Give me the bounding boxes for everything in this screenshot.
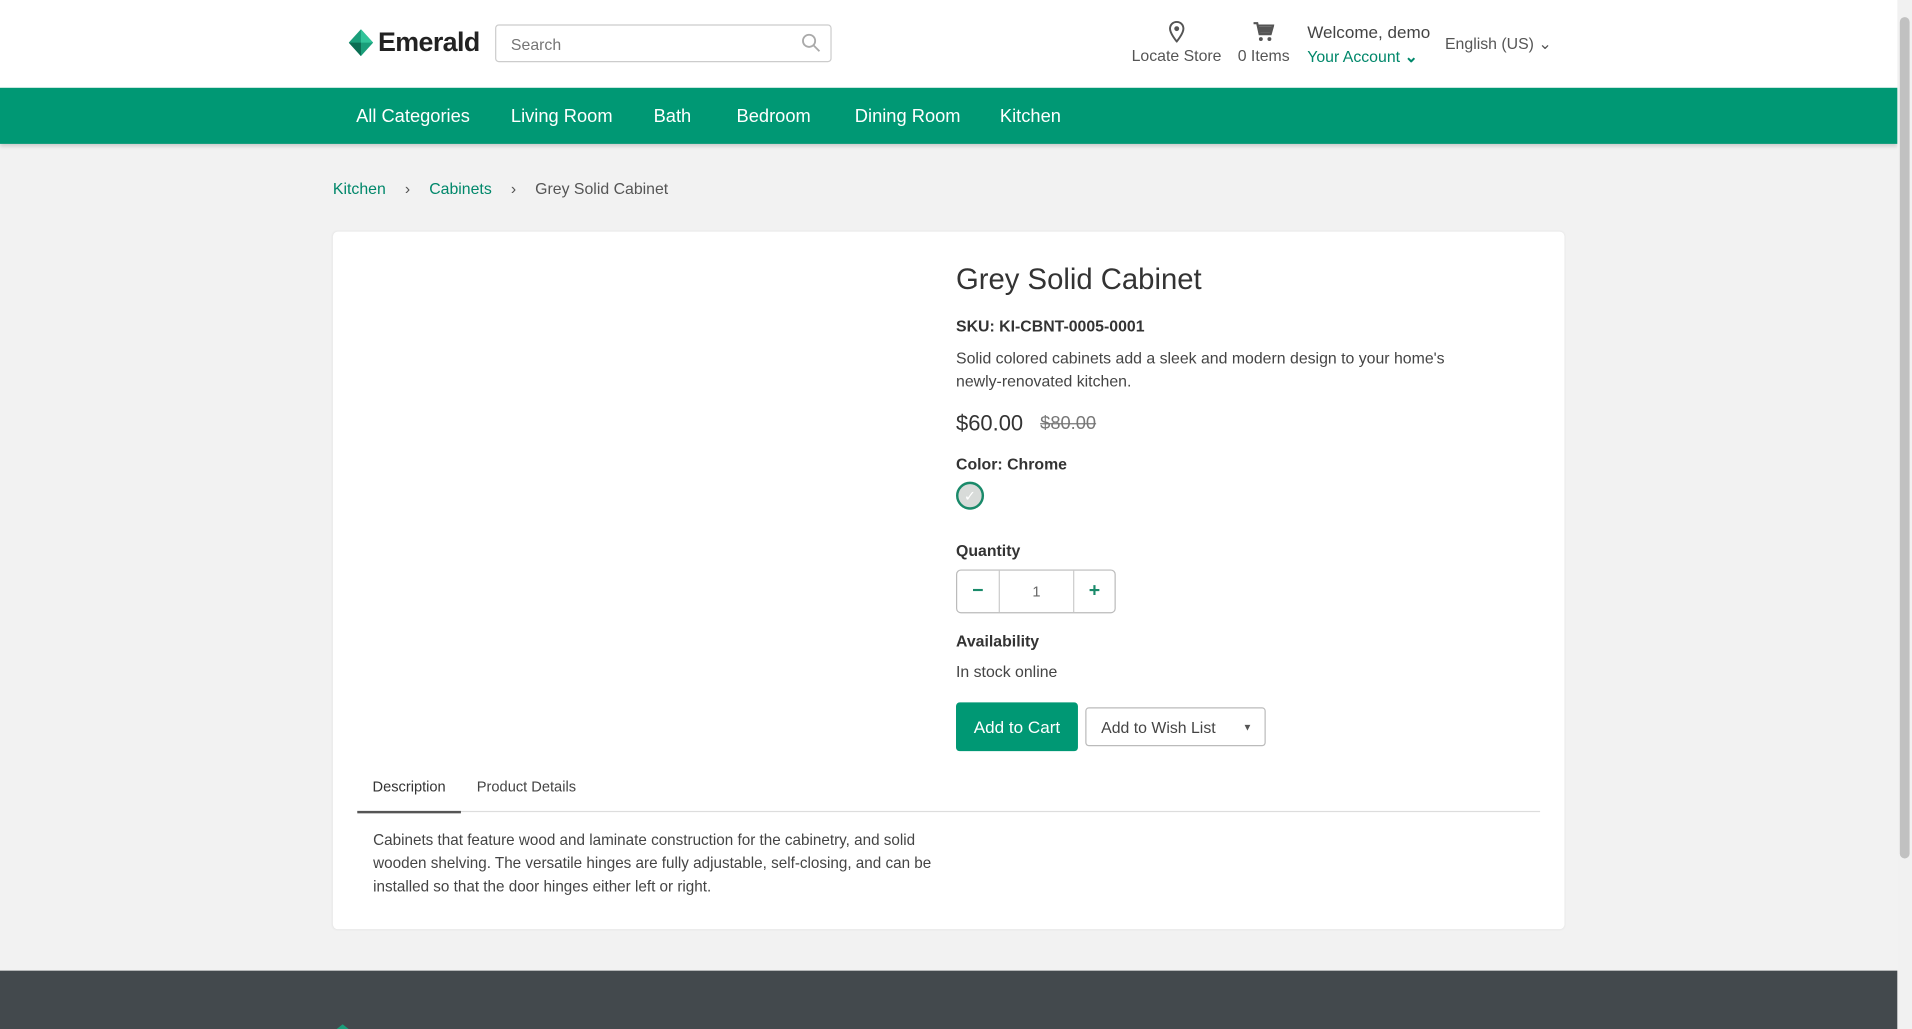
- nav-dining-room[interactable]: Dining Room: [855, 106, 961, 127]
- decrease-quantity-button[interactable]: −: [957, 570, 1000, 613]
- check-icon: ✓: [963, 487, 977, 505]
- chevron-right-icon: ›: [510, 179, 517, 198]
- nav-all-categories[interactable]: All Categories: [356, 106, 470, 127]
- availability-label: Availability: [956, 631, 1040, 650]
- brand-name: Emerald: [378, 26, 480, 58]
- category-nav: All Categories Living Room Bath Bedroom …: [0, 87, 1898, 144]
- cart-link[interactable]: 0 Items: [1238, 21, 1290, 65]
- tab-product-details[interactable]: Product Details: [477, 778, 576, 795]
- search-icon[interactable]: [801, 33, 821, 53]
- nav-bath[interactable]: Bath: [654, 106, 692, 127]
- color-label: Color: Chrome: [956, 454, 1067, 474]
- account-label: Your Account: [1307, 47, 1401, 66]
- footer: [0, 970, 1898, 1029]
- tab-description[interactable]: Description: [357, 778, 461, 814]
- quantity-stepper: − 1 +: [956, 569, 1116, 614]
- color-swatch-chrome[interactable]: ✓: [956, 481, 985, 510]
- breadcrumb: Kitchen › Cabinets › Grey Solid Cabinet: [333, 179, 668, 197]
- nav-bedroom[interactable]: Bedroom: [737, 106, 811, 127]
- header: Emerald Locate Store 0 Items Welcome, de…: [0, 0, 1898, 88]
- product-price: $60.00: [956, 410, 1024, 436]
- nav-kitchen[interactable]: Kitchen: [1000, 106, 1061, 127]
- chevron-right-icon: ›: [404, 179, 411, 198]
- caret-down-icon: ▼: [1242, 721, 1253, 733]
- language-label: English (US): [1444, 34, 1534, 53]
- footer-logo-icon: [336, 1024, 349, 1029]
- product-title: Grey Solid Cabinet: [956, 263, 1202, 297]
- locate-store-link[interactable]: Locate Store: [1131, 20, 1222, 65]
- emerald-gem-icon: [348, 29, 374, 57]
- scrollbar-thumb[interactable]: [1899, 17, 1910, 859]
- availability-status: In stock online: [956, 662, 1058, 681]
- increase-quantity-button[interactable]: +: [1073, 570, 1114, 613]
- nav-living-room[interactable]: Living Room: [511, 106, 613, 127]
- cart-count: 0 Items: [1237, 46, 1290, 65]
- add-to-cart-button[interactable]: Add to Cart: [956, 702, 1078, 752]
- add-to-wish-list-button[interactable]: Add to Wish List ▼: [1085, 707, 1266, 747]
- search-box[interactable]: [495, 24, 832, 63]
- quantity-label: Quantity: [956, 541, 1021, 560]
- product-sku: SKU: KI-CBNT-0005-0001: [956, 317, 1145, 336]
- breadcrumb-cabinets[interactable]: Cabinets: [429, 179, 492, 197]
- locate-store-label: Locate Store: [1131, 46, 1222, 65]
- product-old-price: $80.00: [1040, 413, 1097, 435]
- tabs-divider: [357, 810, 1541, 813]
- breadcrumb-current: Grey Solid Cabinet: [535, 179, 669, 198]
- welcome-text: Welcome, demo: [1307, 21, 1431, 42]
- brand-logo[interactable]: Emerald: [348, 26, 480, 59]
- cart-icon: [1253, 22, 1275, 41]
- wish-list-label: Add to Wish List: [1101, 717, 1216, 736]
- language-selector[interactable]: English (US) ⌄: [1445, 34, 1552, 54]
- product-summary: Solid colored cabinets add a sleek and m…: [956, 348, 1445, 391]
- product-card: Grey Solid Cabinet SKU: KI-CBNT-0005-000…: [332, 231, 1565, 930]
- location-pin-icon: [1168, 20, 1185, 43]
- breadcrumb-kitchen[interactable]: Kitchen: [333, 179, 386, 197]
- description-text: Cabinets that feature wood and laminate …: [373, 831, 932, 896]
- your-account-menu[interactable]: Your Account ⌄: [1307, 48, 1418, 68]
- chevron-down-icon: ⌄: [1538, 34, 1552, 53]
- search-input[interactable]: [508, 25, 794, 63]
- chevron-down-icon: ⌄: [1404, 47, 1418, 66]
- quantity-input[interactable]: 1: [1000, 571, 1073, 612]
